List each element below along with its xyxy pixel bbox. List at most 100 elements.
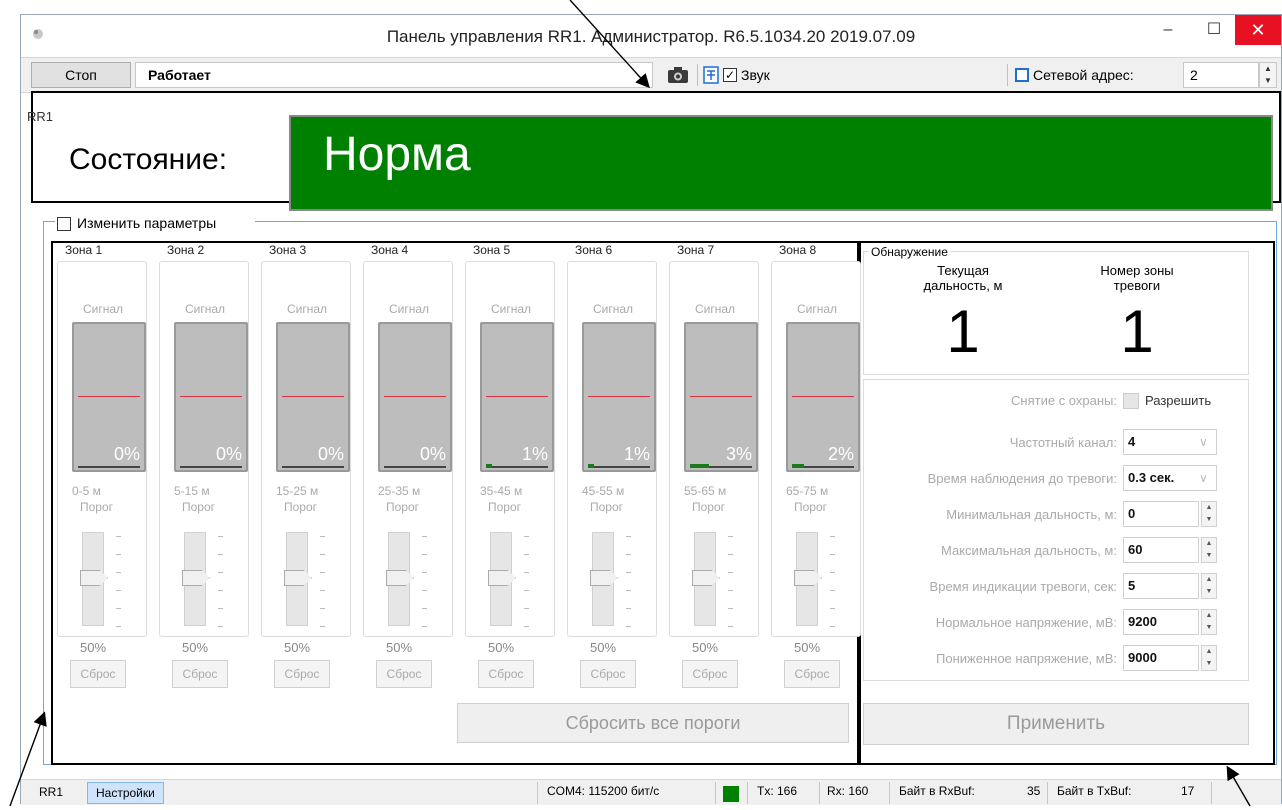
setting-label: Нормальное напряжение, мВ: bbox=[935, 615, 1117, 630]
camera-icon[interactable] bbox=[667, 66, 689, 84]
zone-signal-meter: 1% bbox=[582, 322, 656, 472]
spin-up-icon[interactable]: ▲ bbox=[1260, 63, 1276, 75]
setting-spinner[interactable]: ▲ ▼ bbox=[1201, 537, 1217, 563]
zone-range: 25-35 м bbox=[378, 484, 421, 498]
zone-title: Зона 6 bbox=[573, 243, 615, 257]
spin-up-icon[interactable]: ▲ bbox=[1202, 610, 1216, 622]
slider-tick bbox=[830, 626, 835, 627]
toolbar: Стоп Работает ✓ Звук Сетевой адрес: 2 ▲ ▼ bbox=[21, 57, 1281, 93]
setting-spinner-input[interactable]: 0 bbox=[1123, 501, 1199, 527]
zone-reset-button[interactable]: Сброс bbox=[376, 660, 432, 688]
zone-reset-button[interactable]: Сброс bbox=[274, 660, 330, 688]
spin-down-icon[interactable]: ▼ bbox=[1202, 514, 1216, 526]
slider-tick bbox=[320, 572, 325, 573]
zone-signal-label: Сигнал bbox=[796, 302, 838, 316]
threshold-line bbox=[690, 396, 752, 397]
tab-settings[interactable]: Настройки bbox=[87, 782, 164, 804]
zone-signal-meter: 0% bbox=[276, 322, 350, 472]
detection-title: Обнаружение bbox=[869, 245, 950, 259]
state-value: Норма bbox=[323, 128, 471, 181]
connection-led bbox=[723, 786, 739, 802]
slider-tick bbox=[524, 608, 529, 609]
meter-baseline bbox=[78, 466, 140, 468]
edit-params-checkbox[interactable] bbox=[57, 217, 71, 231]
setting-label: Максимальная дальность, м: bbox=[941, 543, 1117, 558]
chevron-down-icon[interactable]: ∨ bbox=[1199, 471, 1208, 485]
allow-disarm-checkbox[interactable] bbox=[1123, 393, 1139, 409]
zone-reset-button[interactable]: Сброс bbox=[784, 660, 840, 688]
spin-down-icon[interactable]: ▼ bbox=[1202, 586, 1216, 598]
spin-up-icon[interactable]: ▲ bbox=[1202, 502, 1216, 514]
zone-signal-percent: 0% bbox=[317, 444, 344, 464]
slider-tick bbox=[218, 536, 223, 537]
slider-tick bbox=[218, 590, 223, 591]
toolbar-separator bbox=[697, 64, 698, 86]
zone-signal-label: Сигнал bbox=[592, 302, 634, 316]
reset-all-thresholds-button[interactable]: Сбросить все пороги bbox=[457, 703, 849, 743]
spin-up-icon[interactable]: ▲ bbox=[1202, 538, 1216, 550]
status-separator bbox=[1047, 782, 1048, 804]
slider-tick bbox=[422, 590, 427, 591]
setting-label: Пониженное напряжение, мВ: bbox=[936, 651, 1117, 666]
slider-tick bbox=[116, 626, 121, 627]
slider-tick bbox=[626, 590, 631, 591]
zone-threshold-label: Порог bbox=[284, 500, 318, 514]
slider-tick bbox=[728, 536, 733, 537]
meter-baseline bbox=[486, 466, 548, 468]
run-status-field: Работает bbox=[135, 62, 653, 88]
slider-tick bbox=[728, 626, 733, 627]
stop-button[interactable]: Стоп bbox=[31, 62, 131, 88]
slider-tick bbox=[116, 572, 121, 573]
network-address-input[interactable]: 2 bbox=[1183, 62, 1259, 88]
threshold-line bbox=[792, 396, 854, 397]
zone-range: 15-25 м bbox=[276, 484, 319, 498]
zone-title: Зона 1 bbox=[63, 243, 105, 257]
spin-up-icon[interactable]: ▲ bbox=[1202, 574, 1216, 586]
status-separator bbox=[1211, 782, 1212, 804]
setting-spinner[interactable]: ▲ ▼ bbox=[1201, 501, 1217, 527]
setting-spinner[interactable]: ▲ ▼ bbox=[1201, 609, 1217, 635]
txbuf-value: 17 bbox=[1181, 784, 1195, 798]
sound-checkbox[interactable]: ✓ bbox=[723, 68, 737, 82]
meter-fill bbox=[792, 464, 804, 468]
setting-spinner-input[interactable]: 5 bbox=[1123, 573, 1199, 599]
zone-reset-button[interactable]: Сброс bbox=[682, 660, 738, 688]
spin-down-icon[interactable]: ▼ bbox=[1202, 622, 1216, 634]
slider-tick bbox=[422, 572, 427, 573]
slider-tick bbox=[422, 626, 427, 627]
setting-spinner[interactable]: ▲ ▼ bbox=[1201, 573, 1217, 599]
spin-down-icon[interactable]: ▼ bbox=[1202, 550, 1216, 562]
rxbuf-value: 35 bbox=[1027, 784, 1041, 798]
slider-tick bbox=[218, 608, 223, 609]
network-address-spinner[interactable]: ▲ ▼ bbox=[1259, 62, 1277, 88]
zone-signal-label: Сигнал bbox=[388, 302, 430, 316]
zone-title: Зона 2 bbox=[165, 243, 207, 257]
zone-reset-button[interactable]: Сброс bbox=[478, 660, 534, 688]
zone-reset-button[interactable]: Сброс bbox=[580, 660, 636, 688]
zone-reset-button[interactable]: Сброс bbox=[172, 660, 228, 688]
slider-tick bbox=[830, 608, 835, 609]
setting-spinner-input[interactable]: 60 bbox=[1123, 537, 1199, 563]
setting-spinner-input[interactable]: 9200 bbox=[1123, 609, 1199, 635]
zone-signal-meter: 0% bbox=[378, 322, 452, 472]
spin-down-icon[interactable]: ▼ bbox=[1260, 75, 1276, 87]
zone-reset-button[interactable]: Сброс bbox=[70, 660, 126, 688]
maximize-button[interactable]: ☐ bbox=[1191, 15, 1237, 45]
close-button[interactable]: ✕ bbox=[1235, 15, 1281, 45]
spin-up-icon[interactable]: ▲ bbox=[1202, 646, 1216, 658]
apply-button[interactable]: Применить bbox=[863, 703, 1249, 745]
zone-threshold-value: 50% bbox=[488, 640, 515, 655]
status-separator bbox=[537, 782, 538, 804]
chevron-down-icon[interactable]: ∨ bbox=[1199, 435, 1208, 449]
setting-spinner-input[interactable]: 9000 bbox=[1123, 645, 1199, 671]
edit-params-toggle[interactable]: Изменить параметры bbox=[55, 215, 255, 233]
zone-threshold-label: Порог bbox=[386, 500, 420, 514]
spin-down-icon[interactable]: ▼ bbox=[1202, 658, 1216, 670]
zone-threshold-value: 50% bbox=[284, 640, 311, 655]
threshold-line bbox=[78, 396, 140, 397]
setting-spinner[interactable]: ▲ ▼ bbox=[1201, 645, 1217, 671]
slider-tick bbox=[830, 554, 835, 555]
minimize-button[interactable]: – bbox=[1145, 15, 1191, 45]
network-icon[interactable] bbox=[703, 66, 719, 84]
tab-rr1[interactable]: RR1 bbox=[31, 782, 71, 804]
